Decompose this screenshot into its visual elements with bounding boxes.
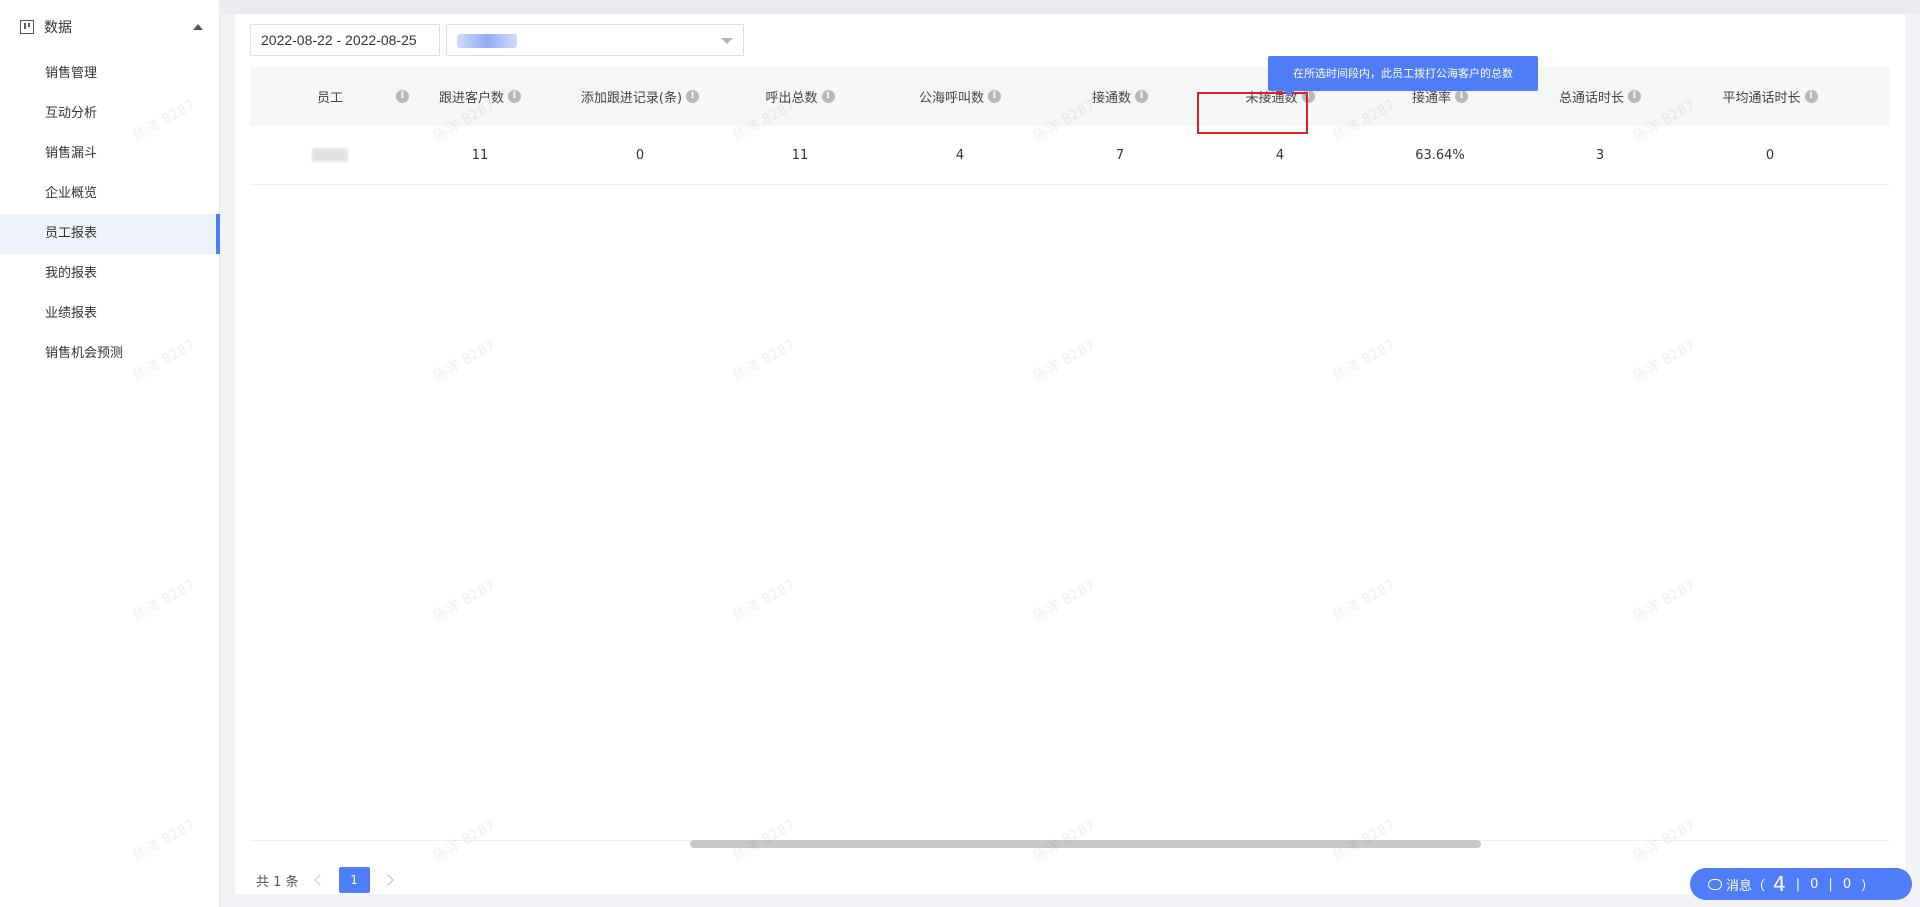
sidebar-item-performance-report[interactable]: 业绩报表 [0, 294, 219, 334]
sidebar-item-my-report[interactable]: 我的报表 [0, 254, 219, 294]
table-row[interactable]: 11 0 11 4 7 4 63.64% 3 0 [250, 126, 1890, 185]
col-header-label: 跟进客户数 [438, 91, 504, 106]
message-button[interactable]: 消息（ 4 | 0 | 0 ） [1690, 868, 1912, 900]
cell-total-duration: 3 [1595, 147, 1605, 163]
main-panel: 2022-08-22 - 2022-08-25 员工 i 跟进客户数 i 添加跟… [235, 14, 1905, 894]
info-icon[interactable]: i [396, 90, 409, 103]
sidebar-item-sales-management[interactable]: 销售管理 [0, 54, 219, 94]
chevron-down-icon [721, 38, 733, 44]
chevron-right-icon[interactable] [382, 872, 398, 888]
sidebar-item-employee-report[interactable]: 员工报表 [0, 214, 220, 254]
col-header-label: 添加跟进记录(条) [580, 91, 683, 106]
highlight-box [1197, 92, 1308, 134]
col-header-label: 员工 [316, 91, 343, 106]
chat-icon [1708, 878, 1722, 890]
col-header-connected: 接通数 i [1050, 67, 1190, 126]
info-icon[interactable]: i [1804, 90, 1818, 103]
caret-up-icon[interactable] [193, 24, 203, 30]
col-header-label: 呼出总数 [765, 91, 818, 106]
select-value-blurred [457, 34, 517, 48]
chevron-left-icon[interactable] [311, 872, 327, 888]
col-header-label: 总通话时长 [1558, 91, 1624, 106]
table-header: 员工 i 跟进客户数 i 添加跟进记录(条) i 呼出总数 i 公海呼叫数 i [250, 67, 1890, 126]
message-label: 消息（ [1726, 878, 1766, 894]
col-header-employee: 员工 [250, 67, 410, 126]
message-count-c: 0 [1842, 876, 1852, 892]
horizontal-scrollbar[interactable] [250, 840, 1890, 849]
col-header-public-pool-calls: 公海呼叫数 i [870, 67, 1050, 126]
employee-report-table: 员工 i 跟进客户数 i 添加跟进记录(条) i 呼出总数 i 公海呼叫数 i [250, 67, 1890, 185]
cell-not-connected: 4 [1275, 147, 1285, 163]
col-header-avg-duration: 平均通话时长 i [1690, 67, 1850, 126]
cell-followed-customers: 11 [471, 147, 489, 163]
pagination: 共 1 条 1 [256, 867, 398, 893]
col-header-label: 公海呼叫数 [918, 91, 984, 106]
sidebar-section-header[interactable]: 数据 [0, 0, 219, 54]
info-icon[interactable]: i [821, 90, 835, 103]
message-sep-2: | [1828, 876, 1833, 892]
data-grid-icon [20, 20, 34, 34]
total-count: 共 1 条 [256, 874, 299, 890]
info-icon[interactable]: i [1135, 90, 1148, 103]
cell-connected: 7 [1115, 147, 1125, 163]
info-icon[interactable]: i [508, 90, 521, 103]
cell-total-outbound: 11 [791, 147, 809, 163]
col-header-total-outbound: 呼出总数 i [730, 67, 870, 126]
cell-followup-records: 0 [635, 147, 645, 163]
sidebar: 数据 销售管理 互动分析 销售漏斗 企业概览 员工报表 我的报表 业绩报表 销售… [0, 0, 220, 907]
info-icon[interactable]: i [686, 90, 700, 103]
table-body: 11 0 11 4 7 4 63.64% 3 0 [250, 126, 1890, 185]
top-strip [221, 0, 1920, 14]
col-header-label: 接通数 [1091, 91, 1131, 106]
cell-public-pool-calls: 4 [955, 147, 965, 163]
scrollbar-thumb[interactable] [690, 840, 1481, 848]
info-icon[interactable]: i [1455, 90, 1468, 103]
date-range-picker[interactable]: 2022-08-22 - 2022-08-25 [250, 24, 440, 56]
message-count-a: 4 [1773, 872, 1786, 896]
employee-select[interactable] [446, 24, 744, 56]
sidebar-section-title: 数据 [44, 20, 72, 36]
message-sep-1: | [1795, 876, 1801, 892]
col-header-followed-customers: 跟进客户数 i [410, 67, 550, 126]
cell-avg-duration: 0 [1765, 147, 1775, 163]
info-icon[interactable]: i [1628, 90, 1641, 103]
sidebar-item-interaction-analysis[interactable]: 互动分析 [0, 94, 219, 134]
sidebar-item-sales-funnel[interactable]: 销售漏斗 [0, 134, 219, 174]
column-tooltip: 在所选时间段内，此员工拨打公海客户的总数 [1268, 56, 1538, 96]
sidebar-item-sales-opportunity-forecast[interactable]: 销售机会预测 [0, 334, 219, 374]
info-icon[interactable]: i [988, 90, 1001, 103]
message-close: ） [1861, 878, 1875, 894]
col-header-followup-records: 添加跟进记录(条) i [550, 67, 730, 126]
cell-connect-rate: 63.64% [1415, 147, 1465, 163]
page-button-current[interactable]: 1 [338, 867, 370, 893]
filter-bar: 2022-08-22 - 2022-08-25 [250, 24, 744, 56]
col-header-label: 平均通话时长 [1722, 91, 1801, 106]
employee-name-blurred [312, 148, 348, 162]
message-count-b: 0 [1810, 876, 1819, 892]
cell-employee [250, 126, 410, 184]
sidebar-item-company-overview[interactable]: 企业概览 [0, 174, 219, 214]
